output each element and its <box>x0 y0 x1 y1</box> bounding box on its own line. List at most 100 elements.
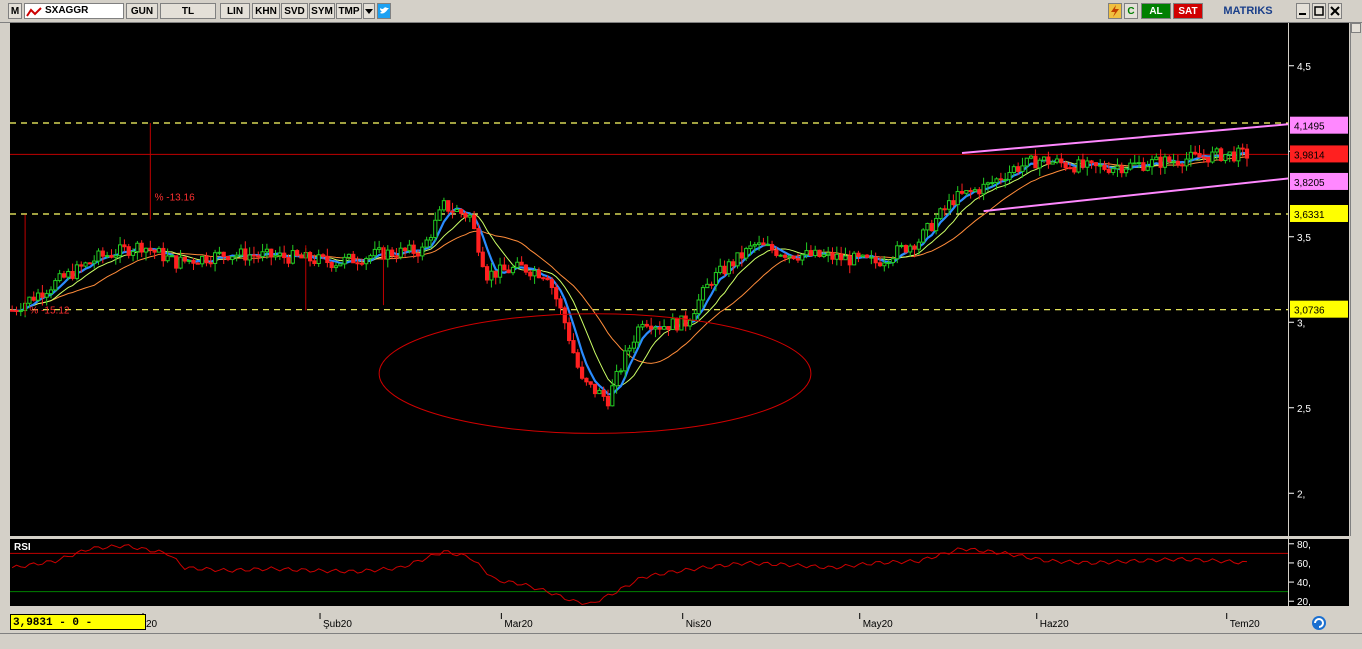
sell-button[interactable]: SAT <box>1173 3 1203 19</box>
moving-average-fast <box>12 151 1248 396</box>
period-button[interactable]: GUN <box>126 3 158 19</box>
price-tag-label: 3,0736 <box>1294 306 1325 317</box>
candle-body <box>1141 162 1146 171</box>
candle-body <box>390 249 395 257</box>
candle-body <box>251 254 257 257</box>
time-axis[interactable]: 20 Şub20 Mar20 Nis20 May20 Haz20 Tem20 <box>10 613 1288 632</box>
candle-body <box>722 265 727 275</box>
candle-body <box>117 244 123 257</box>
candle-body <box>208 262 213 265</box>
rsi-panel[interactable]: RSI <box>10 539 1288 606</box>
candle-body <box>1003 179 1008 182</box>
candle-body <box>558 298 563 309</box>
candle-body <box>972 189 978 192</box>
candle-body <box>454 209 459 212</box>
candle-body <box>18 310 23 313</box>
candle-body <box>316 254 321 264</box>
candle-body <box>502 264 507 271</box>
candle-body <box>92 260 97 264</box>
moving-average-slow <box>12 156 1248 364</box>
volume-button[interactable]: SVD <box>281 3 308 19</box>
vertical-scrollbar[interactable] <box>1350 23 1362 536</box>
candle-body <box>398 247 403 258</box>
candle-body <box>61 273 67 278</box>
candle-body <box>385 249 390 260</box>
candle-body <box>264 248 269 253</box>
candle-body <box>100 250 105 257</box>
candle-body <box>1011 166 1016 174</box>
symbol-button[interactable]: SYM <box>309 3 335 19</box>
candle-body <box>1037 159 1042 169</box>
candle-body <box>575 352 580 368</box>
candle-body <box>204 255 209 264</box>
candle-body <box>269 248 274 258</box>
twitter-icon[interactable] <box>377 3 391 19</box>
candle-body <box>1093 162 1098 167</box>
candle-body <box>225 255 231 261</box>
close-button[interactable] <box>1328 3 1342 19</box>
currency-button[interactable]: TL <box>160 3 216 19</box>
minimize-button[interactable] <box>1296 3 1310 19</box>
bottom-highlight-ellipse <box>378 313 812 434</box>
time-axis-label: Tem20 <box>1230 619 1260 630</box>
candle-body <box>765 244 770 247</box>
candle-body <box>674 318 680 331</box>
candle-body <box>877 262 883 267</box>
candle-body <box>713 272 719 286</box>
candle-body <box>631 341 636 349</box>
candle-body <box>998 178 1003 181</box>
candle-body <box>1188 151 1193 160</box>
candle-body <box>1227 151 1232 156</box>
candle-body <box>1184 158 1189 167</box>
settings-icon[interactable] <box>1289 613 1349 632</box>
candle-body <box>1167 156 1172 162</box>
candle-body <box>968 190 973 193</box>
candle-body <box>791 255 796 260</box>
price-chart[interactable]: % -13.16 % -15.12 <box>10 23 1351 536</box>
candle-body <box>692 313 697 321</box>
template-button[interactable]: TMP <box>336 3 362 19</box>
horizontal-scroll-area[interactable] <box>1289 613 1349 632</box>
candle-body <box>864 254 870 258</box>
measure-label: % -15.12 <box>29 305 69 316</box>
candle-body <box>1223 154 1228 162</box>
candle-body <box>1145 166 1150 171</box>
candle-body <box>921 229 926 243</box>
candle-body <box>826 252 831 256</box>
candle-body <box>355 262 360 265</box>
candle-body <box>1210 151 1215 163</box>
bottom-scrollbar[interactable] <box>0 633 1362 649</box>
symbol-box[interactable]: SXAGGR <box>24 3 124 19</box>
candle-body <box>484 266 490 281</box>
candle-body <box>437 209 442 221</box>
candle-body <box>666 326 671 331</box>
refresh-icon[interactable]: C <box>1124 3 1138 19</box>
candle-body <box>1063 162 1068 169</box>
m-menu-button[interactable]: M <box>8 3 22 19</box>
dropdown-arrow-icon[interactable] <box>363 3 375 19</box>
candle-body <box>48 289 54 295</box>
scroll-up-icon[interactable] <box>1351 23 1361 33</box>
candle-body <box>368 255 373 260</box>
candle-body <box>709 283 714 286</box>
symbol-input[interactable]: SXAGGR <box>45 4 88 18</box>
candle-body <box>886 262 891 265</box>
price-axis[interactable]: 4,54,3,53,2,52,4,14953,98143,82053,63313… <box>1289 23 1349 536</box>
price-chart-svg: % -13.16 % -15.12 <box>10 117 1351 434</box>
scale-button[interactable]: LIN <box>220 3 250 19</box>
candle-type-button[interactable]: KHN <box>252 3 280 19</box>
maximize-button[interactable] <box>1312 3 1326 19</box>
candle-body <box>407 244 412 252</box>
candle-body <box>744 248 749 259</box>
candle-body <box>890 258 896 264</box>
lightning-icon[interactable] <box>1108 3 1122 19</box>
buy-button[interactable]: AL <box>1141 3 1171 19</box>
candle-body <box>441 200 447 211</box>
candle-body <box>670 318 675 331</box>
candle-body <box>903 244 908 253</box>
candle-body <box>187 259 192 262</box>
candle-body <box>1046 156 1051 165</box>
candle-body <box>523 264 529 273</box>
candle-body <box>14 309 19 312</box>
last-price-status: 3,9831 - 0 - 12:51:43 <box>10 614 146 645</box>
